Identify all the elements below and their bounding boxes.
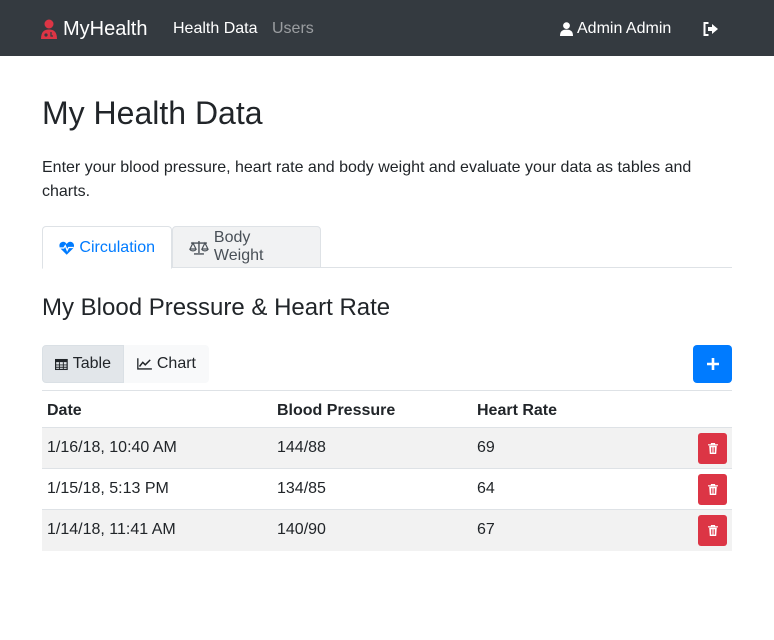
cell-date: 1/15/18, 5:13 PM [42,468,272,510]
view-toggle: Table Chart [42,345,209,383]
table-row: 1/15/18, 5:13 PM 134/85 64 [42,468,732,510]
page-title: My Health Data [42,95,263,131]
tab-body-weight[interactable]: Body Weight [172,226,321,268]
cell-blood-pressure: 140/90 [272,509,472,551]
chart-view-label: Chart [156,355,196,372]
header-heart-rate: Heart Rate [472,390,672,428]
cell-heart-rate: 69 [472,427,672,469]
header-date: Date [42,390,272,428]
tab-circulation-label: Circulation [79,238,155,256]
nav-users[interactable]: Users [272,19,314,39]
nav-health-data[interactable]: Health Data [173,19,258,39]
navbar: MyHealth Health Data Users Admin Admin [0,0,774,56]
cell-blood-pressure: 144/88 [272,427,472,469]
cell-actions [672,468,732,510]
brand-name: MyHealth [63,17,148,40]
table-row: 1/16/18, 10:40 AM 144/88 69 [42,427,732,469]
heartbeat-icon [59,241,75,255]
user-name: Admin Admin [577,20,672,37]
sign-out-icon[interactable] [703,22,719,36]
table-row: 1/14/18, 11:41 AM 140/90 67 [42,509,732,551]
doctor-icon [41,19,57,39]
cell-heart-rate: 64 [472,468,672,510]
page-description: Enter your blood pressure, heart rate an… [42,159,692,200]
plus-icon [706,358,719,370]
cell-actions [672,427,732,469]
cell-date: 1/14/18, 11:41 AM [42,509,272,551]
trash-icon [707,524,718,536]
delete-button[interactable] [698,514,727,546]
tab-circulation[interactable]: Circulation [42,226,172,269]
trash-icon [707,483,718,495]
table-view-label: Table [72,355,111,372]
user-icon [560,22,573,36]
table-icon [55,358,68,370]
section-title: My Blood Pressure & Heart Rate [42,294,391,321]
chart-view-button[interactable]: Chart [124,345,209,383]
cell-actions [672,509,732,551]
delete-button[interactable] [698,473,727,505]
tab-bar: Circulation Body Weight [42,226,732,269]
trash-icon [707,442,718,454]
line-chart-icon [137,358,152,370]
header-actions [672,390,732,428]
brand-link[interactable]: MyHealth [40,17,147,41]
header-blood-pressure: Blood Pressure [272,390,472,428]
table-view-button[interactable]: Table [42,345,124,383]
user-menu[interactable]: Admin Admin [560,19,671,39]
tab-body-weight-label: Body Weight [213,229,264,264]
cell-heart-rate: 67 [472,509,672,551]
delete-button[interactable] [698,432,727,464]
add-entry-button[interactable] [693,345,732,383]
health-data-table: Date Blood Pressure Heart Rate 1/16/18, … [42,390,732,551]
cell-date: 1/16/18, 10:40 AM [42,427,272,469]
cell-blood-pressure: 134/85 [272,468,472,510]
table-header-row: Date Blood Pressure Heart Rate [42,390,732,428]
balance-scale-icon [189,240,209,255]
